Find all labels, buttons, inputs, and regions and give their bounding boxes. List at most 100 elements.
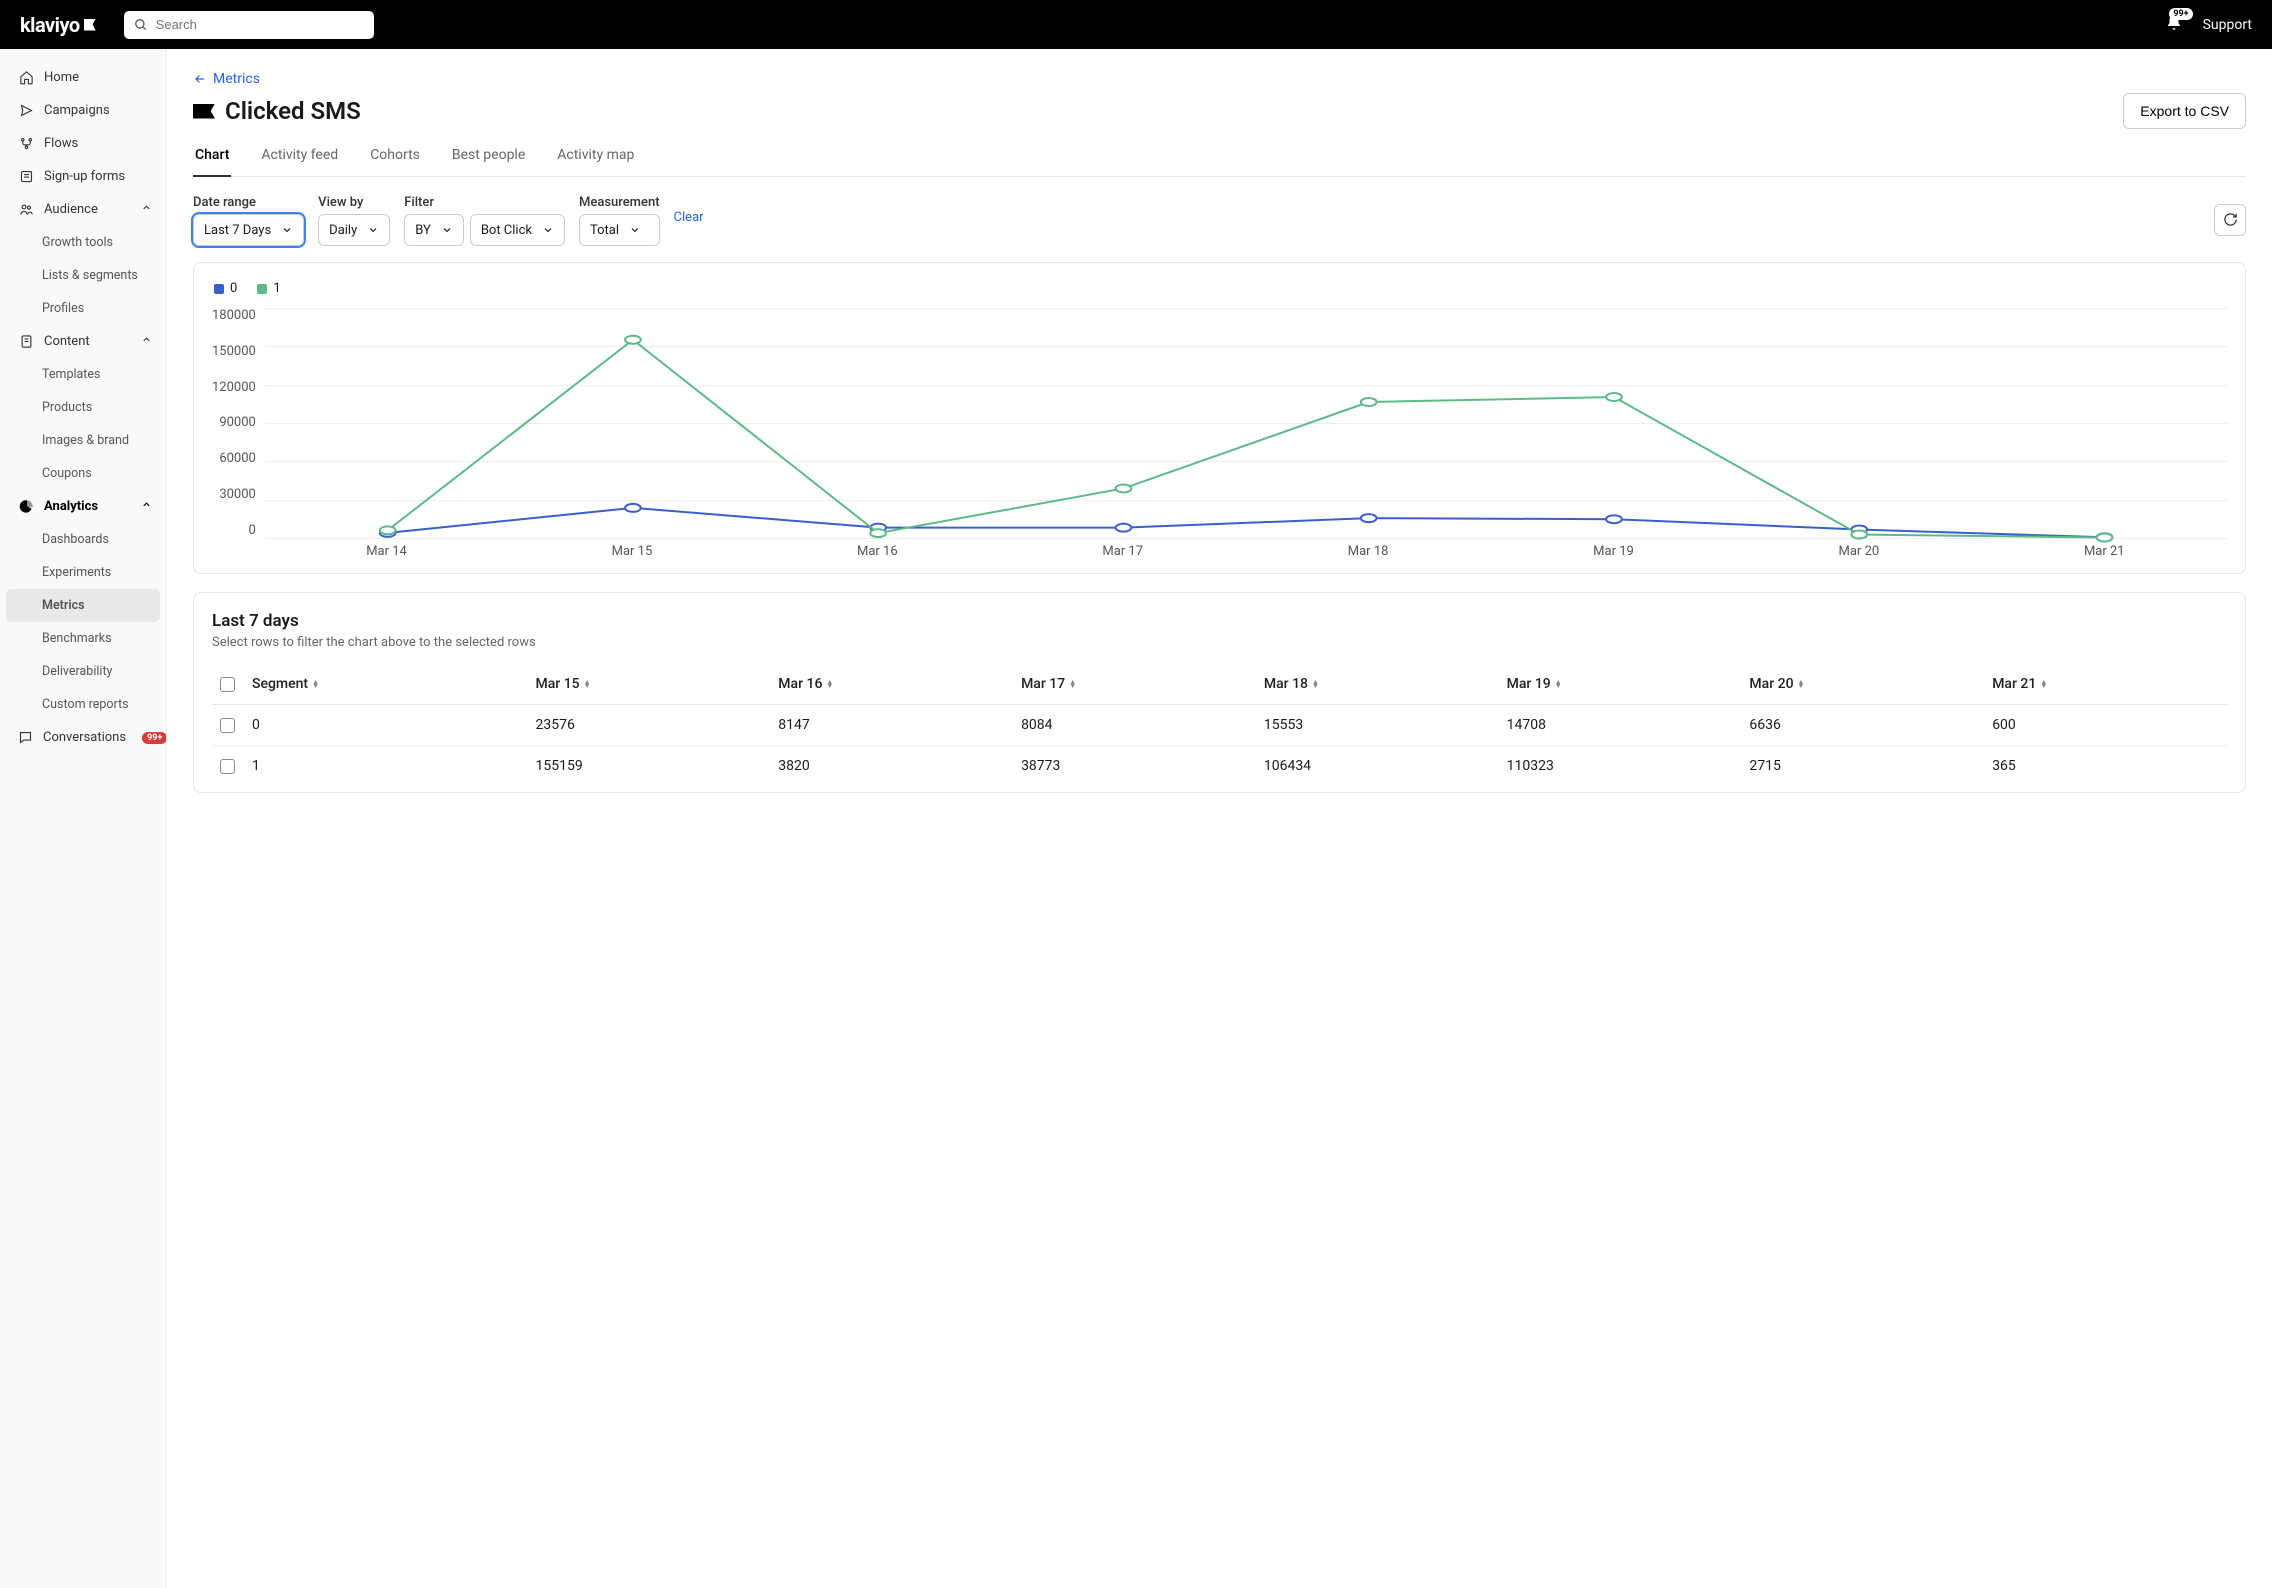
sidebar-item-sign-up-forms[interactable]: Sign-up forms xyxy=(0,160,166,193)
chevron-down-icon xyxy=(441,224,453,236)
logo[interactable]: klaviyo xyxy=(20,13,96,37)
sidebar-item-images-brand[interactable]: Images & brand xyxy=(0,424,166,457)
sidebar-item-label: Lists & segments xyxy=(42,268,138,283)
y-tick: 30000 xyxy=(219,487,256,502)
table-cell: 110323 xyxy=(1499,746,1742,787)
table-cell: 6636 xyxy=(1741,705,1984,746)
filter-by-select[interactable]: BY xyxy=(404,214,464,246)
chevron-up-icon xyxy=(141,334,152,349)
y-tick: 150000 xyxy=(212,344,256,359)
sidebar-item-content[interactable]: Content xyxy=(0,325,166,358)
view-by-label: View by xyxy=(318,195,390,210)
tab-chart[interactable]: Chart xyxy=(193,139,231,177)
table-cell: 14708 xyxy=(1499,705,1742,746)
chart-svg xyxy=(265,308,2227,538)
select-all-checkbox[interactable] xyxy=(220,677,235,692)
column-header[interactable]: Mar 16▲▼ xyxy=(770,664,1013,705)
sidebar-item-label: Content xyxy=(44,334,90,349)
column-header[interactable]: Mar 18▲▼ xyxy=(1256,664,1499,705)
data-table: Segment▲▼Mar 15▲▼Mar 16▲▼Mar 17▲▼Mar 18▲… xyxy=(212,664,2227,786)
table-cell: 8084 xyxy=(1013,705,1256,746)
sort-icon: ▲▼ xyxy=(1798,680,1805,688)
sidebar-item-label: Analytics xyxy=(44,499,98,514)
clear-link[interactable]: Clear xyxy=(674,210,704,225)
main-content: Metrics Clicked SMS Export to CSV ChartA… xyxy=(167,49,2272,1588)
sidebar-item-templates[interactable]: Templates xyxy=(0,358,166,391)
table-title: Last 7 days xyxy=(212,611,2227,631)
form-icon xyxy=(18,169,34,184)
sidebar-item-flows[interactable]: Flows xyxy=(0,127,166,160)
x-tick: Mar 21 xyxy=(1982,544,2227,559)
breadcrumb[interactable]: Metrics xyxy=(193,71,2246,87)
sidebar-item-profiles[interactable]: Profiles xyxy=(0,292,166,325)
search-input[interactable] xyxy=(156,17,364,32)
sidebar-item-label: Growth tools xyxy=(42,235,113,250)
date-range-select[interactable]: Last 7 Days xyxy=(193,214,304,246)
view-by-select[interactable]: Daily xyxy=(318,214,390,246)
sidebar-item-campaigns[interactable]: Campaigns xyxy=(0,94,166,127)
sidebar-item-deliverability[interactable]: Deliverability xyxy=(0,655,166,688)
sidebar-item-label: Conversations xyxy=(43,730,126,745)
legend-swatch xyxy=(257,284,267,294)
tab-activity-map[interactable]: Activity map xyxy=(555,139,636,177)
sidebar-item-analytics[interactable]: Analytics xyxy=(0,490,166,523)
sidebar-item-label: Audience xyxy=(44,202,98,217)
sidebar-item-lists-segments[interactable]: Lists & segments xyxy=(0,259,166,292)
column-header[interactable]: Mar 15▲▼ xyxy=(528,664,771,705)
y-tick: 120000 xyxy=(212,380,256,395)
tab-best-people[interactable]: Best people xyxy=(450,139,527,177)
column-header[interactable]: Mar 17▲▼ xyxy=(1013,664,1256,705)
logo-mark-icon xyxy=(84,19,96,31)
chevron-up-icon xyxy=(141,202,152,217)
x-axis: Mar 14Mar 15Mar 16Mar 17Mar 18Mar 19Mar … xyxy=(264,544,2227,565)
breadcrumb-label: Metrics xyxy=(213,71,260,87)
legend-item[interactable]: 0 xyxy=(214,281,237,296)
date-range-label: Date range xyxy=(193,195,304,210)
chart-plot xyxy=(264,308,2227,538)
y-axis: 1800001500001200009000060000300000 xyxy=(212,308,264,538)
x-tick: Mar 15 xyxy=(509,544,754,559)
sidebar-item-conversations[interactable]: Conversations99+ xyxy=(0,721,166,754)
sidebar-item-benchmarks[interactable]: Benchmarks xyxy=(0,622,166,655)
measurement-label: Measurement xyxy=(579,195,660,210)
sidebar-item-products[interactable]: Products xyxy=(0,391,166,424)
sidebar-item-metrics[interactable]: Metrics xyxy=(6,589,160,622)
doc-icon xyxy=(18,334,34,349)
legend-item[interactable]: 1 xyxy=(257,281,280,296)
filter-label: Filter xyxy=(404,195,565,210)
sort-icon: ▲▼ xyxy=(312,680,319,688)
column-header[interactable]: Segment▲▼ xyxy=(244,664,528,705)
column-header[interactable]: Mar 21▲▼ xyxy=(1984,664,2227,705)
filter-by-value: BY xyxy=(415,223,431,238)
grid-line xyxy=(265,538,2227,539)
sidebar-item-experiments[interactable]: Experiments xyxy=(0,556,166,589)
pie-icon xyxy=(18,499,34,514)
notifications-button[interactable]: 99+ xyxy=(2165,14,2183,36)
column-header[interactable]: Mar 20▲▼ xyxy=(1741,664,1984,705)
support-link[interactable]: Support xyxy=(2203,17,2252,33)
table-cell: 155159 xyxy=(528,746,771,787)
measurement-select[interactable]: Total xyxy=(579,214,660,246)
tab-activity-feed[interactable]: Activity feed xyxy=(259,139,340,177)
home-icon xyxy=(18,70,34,85)
row-checkbox[interactable] xyxy=(220,718,235,733)
sidebar-item-growth-tools[interactable]: Growth tools xyxy=(0,226,166,259)
tab-cohorts[interactable]: Cohorts xyxy=(368,139,422,177)
refresh-button[interactable] xyxy=(2214,204,2246,236)
sidebar-item-coupons[interactable]: Coupons xyxy=(0,457,166,490)
export-csv-button[interactable]: Export to CSV xyxy=(2123,93,2246,129)
row-checkbox[interactable] xyxy=(220,759,235,774)
sidebar: HomeCampaignsFlowsSign-up forms Audience G… xyxy=(0,49,167,1588)
table-row[interactable]: 11551593820387731064341103232715365 xyxy=(212,746,2227,787)
sidebar-item-custom-reports[interactable]: Custom reports xyxy=(0,688,166,721)
sort-icon: ▲▼ xyxy=(584,680,591,688)
column-header[interactable]: Mar 19▲▼ xyxy=(1499,664,1742,705)
date-range-value: Last 7 Days xyxy=(204,223,271,238)
table-row[interactable]: 0235768147808415553147086636600 xyxy=(212,705,2227,746)
sidebar-item-dashboards[interactable]: Dashboards xyxy=(0,523,166,556)
measurement-value: Total xyxy=(590,223,619,238)
sidebar-item-home[interactable]: Home xyxy=(0,61,166,94)
search-bar[interactable] xyxy=(124,11,374,39)
filter-prop-select[interactable]: Bot Click xyxy=(470,214,565,246)
sidebar-item-audience[interactable]: Audience xyxy=(0,193,166,226)
